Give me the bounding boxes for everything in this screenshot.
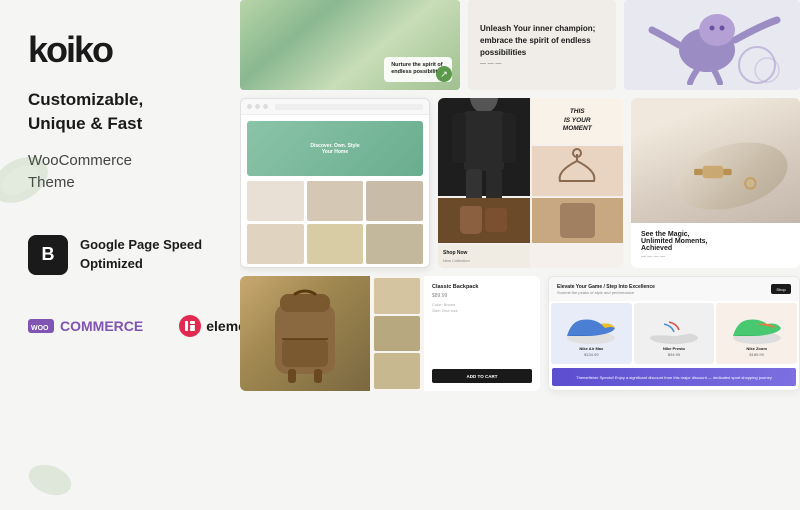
sneaker-1-price: $134.99 xyxy=(584,352,598,357)
fashion-item2 xyxy=(532,146,624,196)
sneaker-item-3: Nike Zoom $189.99 xyxy=(716,303,797,364)
product-item xyxy=(307,181,364,221)
sneakers-header: Elevate Your Game / Step Into Excellence… xyxy=(549,277,799,301)
left-panel: koiko Customizable,Unique & Fast WooComm… xyxy=(0,0,240,500)
fashion-bags xyxy=(438,198,530,244)
svg-text:WOO: WOO xyxy=(31,325,49,332)
sneaker-3-name: Nike Zoom xyxy=(746,346,766,351)
arrow-link-icon: ↗ xyxy=(436,66,452,82)
page-speed-badge: B Google Page Speed Optimized xyxy=(28,235,212,275)
fashion-slogan: THISIS YOURMOMENT xyxy=(563,108,592,133)
partner-logos: WOO COMMERCE elementor xyxy=(28,315,212,337)
decorative-leaf-bottom xyxy=(20,450,80,510)
brand-logo: koiko xyxy=(28,32,212,68)
woo-icon: WOO xyxy=(28,317,56,335)
backpack-main-image xyxy=(240,276,370,391)
jewelry-subtext: — — — — xyxy=(641,254,790,260)
store-products-grid xyxy=(247,181,423,264)
backpack-thumb-3 xyxy=(374,353,420,389)
backpack-thumb-1 xyxy=(374,278,420,314)
decorative-leaf-left xyxy=(0,140,60,220)
product-item xyxy=(366,224,423,264)
woocommerce-text: COMMERCE xyxy=(60,318,143,334)
jewelry-text-block: See the Magic,Unlimited Moments,Achieved… xyxy=(631,223,800,268)
jewelry-heading: See the Magic,Unlimited Moments,Achieved xyxy=(641,231,790,252)
brand-tagline: Customizable,Unique & Fast xyxy=(28,88,212,136)
sneaker-3-price: $189.99 xyxy=(749,352,763,357)
page-speed-text: Google Page Speed Optimized xyxy=(80,236,202,272)
backpack-screenshot: Classic Backpack $89.99 Color: BrownSize… xyxy=(240,276,540,391)
sneaker-item-2: Nike Presto $94.99 xyxy=(634,303,715,364)
sneakers-cta[interactable]: Shop xyxy=(771,284,791,294)
fashion-screenshot: THISIS YOURMOMENT Shop Now New Collectio… xyxy=(438,98,623,268)
jewelry-arm-image xyxy=(631,98,800,223)
sloth-illustration xyxy=(642,5,782,85)
product-item xyxy=(366,181,423,221)
sneakers-promo-banner: Themefisher Special! Enjoy a significant… xyxy=(552,368,796,386)
woocommerce-logo: WOO COMMERCE xyxy=(28,317,143,335)
backpack-price: $89.99 xyxy=(432,293,532,299)
sneakers-screenshot: Elevate Your Game / Step Into Excellence… xyxy=(548,276,800,391)
champion-screenshot: Unleash Your inner champion;embrace the … xyxy=(468,0,616,90)
fashion-text-item: THISIS YOURMOMENT xyxy=(532,98,624,144)
fashion-bottom: Shop Now New Collection xyxy=(438,245,530,268)
elementor-icon xyxy=(179,315,201,337)
product-item xyxy=(247,181,304,221)
screenshots-panel: Nurture the spirit ofendless possibiliti… xyxy=(240,0,800,500)
backpack-thumb-2 xyxy=(374,316,420,352)
plant-screenshot: Nurture the spirit ofendless possibiliti… xyxy=(240,0,460,90)
sneakers-title: Elevate Your Game / Step Into Excellence xyxy=(557,284,655,290)
brand-name: koiko xyxy=(28,29,112,70)
sloth-screenshot xyxy=(624,0,800,90)
backpack-product-name: Classic Backpack xyxy=(432,284,532,290)
backpack-info: Classic Backpack $89.99 Color: BrownSize… xyxy=(424,276,540,391)
fashion-bag2 xyxy=(532,198,624,244)
product-item xyxy=(247,224,304,264)
sneakers-subtitle: Summit the peaks of style and performanc… xyxy=(557,290,655,295)
sneakers-promo-text: Themefisher Special! Enjoy a significant… xyxy=(576,375,772,380)
sneaker-1-name: Nike Air Max xyxy=(579,346,603,351)
sneaker-2-name: Nike Presto xyxy=(663,346,685,351)
store-hero-text: Discover. Own. StyleYour Home xyxy=(310,143,359,155)
add-to-cart-button[interactable]: ADD TO CART xyxy=(432,369,532,383)
fashion-person xyxy=(438,98,530,196)
jewelry-screenshot: See the Magic,Unlimited Moments,Achieved… xyxy=(631,98,800,268)
bootstrap-icon: B xyxy=(28,235,68,275)
sneaker-2-price: $94.99 xyxy=(668,352,680,357)
champion-text: Unleash Your inner champion;embrace the … xyxy=(480,23,595,59)
tagline-text: Customizable,Unique & Fast xyxy=(28,90,143,133)
product-item xyxy=(307,224,364,264)
backpack-thumbnails xyxy=(372,276,422,391)
sneakers-grid: Nike Air Max $134.99 Nike Presto $94.99 xyxy=(549,301,799,366)
sneaker-item-1: Nike Air Max $134.99 xyxy=(551,303,632,364)
store-screenshot: Discover. Own. StyleYour Home xyxy=(240,98,430,268)
